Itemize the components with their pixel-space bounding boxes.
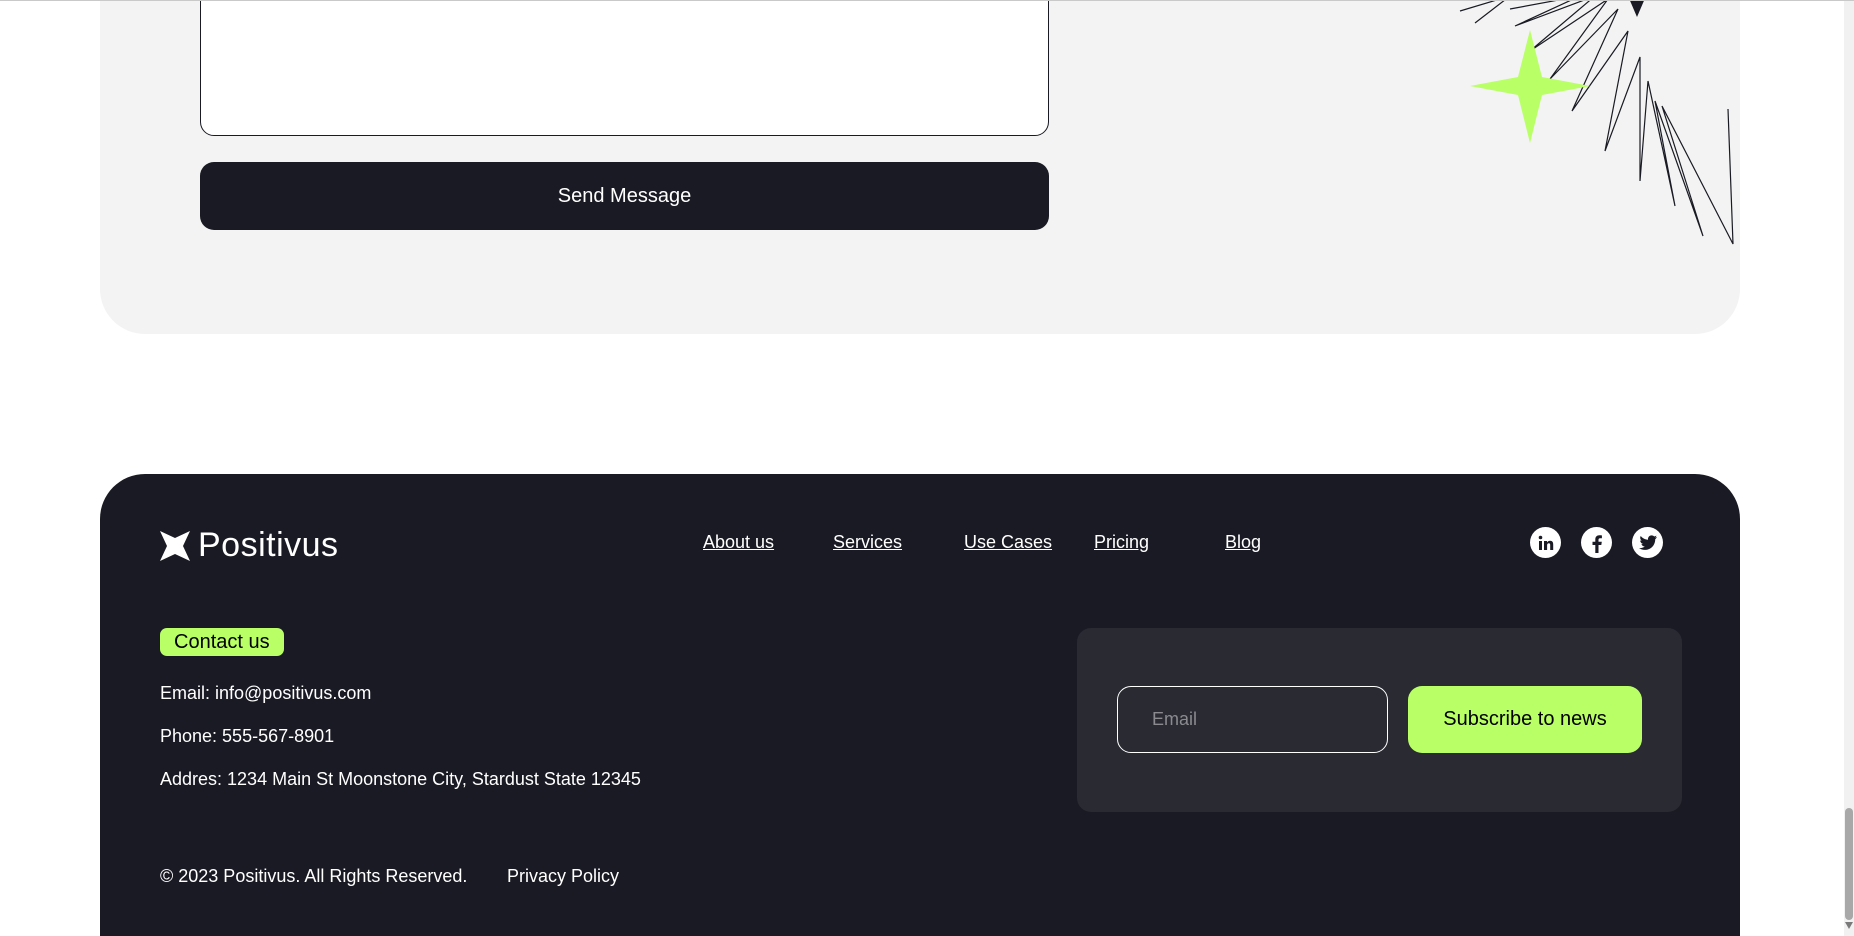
vertical-scrollbar[interactable] xyxy=(1844,1,1854,936)
privacy-policy-link[interactable]: Privacy Policy xyxy=(507,866,619,887)
facebook-icon[interactable] xyxy=(1581,527,1612,558)
star-burst-decoration-icon xyxy=(1459,1,1734,245)
contact-card: Send Message xyxy=(100,1,1740,334)
scroll-down-arrow-icon[interactable] xyxy=(1845,922,1853,929)
newsletter-panel: Subscribe to news xyxy=(1077,628,1682,812)
footer-logo[interactable]: Positivus xyxy=(160,526,339,565)
nav-services[interactable]: Services xyxy=(833,532,902,553)
nav-use-cases[interactable]: Use Cases xyxy=(964,532,1052,553)
nav-blog[interactable]: Blog xyxy=(1225,532,1261,553)
subscribe-button[interactable]: Subscribe to news xyxy=(1408,686,1642,753)
newsletter-email-input[interactable] xyxy=(1117,686,1388,753)
send-message-button[interactable]: Send Message xyxy=(200,162,1049,230)
contact-phone: Phone: 555-567-8901 xyxy=(160,726,335,746)
linkedin-icon[interactable] xyxy=(1530,527,1561,558)
contact-address: Addres: 1234 Main St Moonstone City, Sta… xyxy=(160,769,641,789)
page: Send Message Positivus About us Services… xyxy=(0,0,1854,936)
scrollbar-thumb[interactable] xyxy=(1845,808,1853,920)
copyright-text: © 2023 Positivus. All Rights Reserved. xyxy=(160,866,468,886)
brand-name: Positivus xyxy=(198,526,339,564)
twitter-icon[interactable] xyxy=(1632,527,1663,558)
positivus-logo-icon xyxy=(160,530,190,561)
nav-about-us[interactable]: About us xyxy=(703,532,774,553)
contact-us-heading: Contact us xyxy=(160,628,284,656)
social-links xyxy=(1530,527,1663,558)
nav-pricing[interactable]: Pricing xyxy=(1094,532,1149,553)
message-textarea[interactable] xyxy=(200,1,1049,136)
footer: Positivus About us Services Use Cases Pr… xyxy=(100,474,1740,936)
contact-email: Email: info@positivus.com xyxy=(160,683,372,703)
